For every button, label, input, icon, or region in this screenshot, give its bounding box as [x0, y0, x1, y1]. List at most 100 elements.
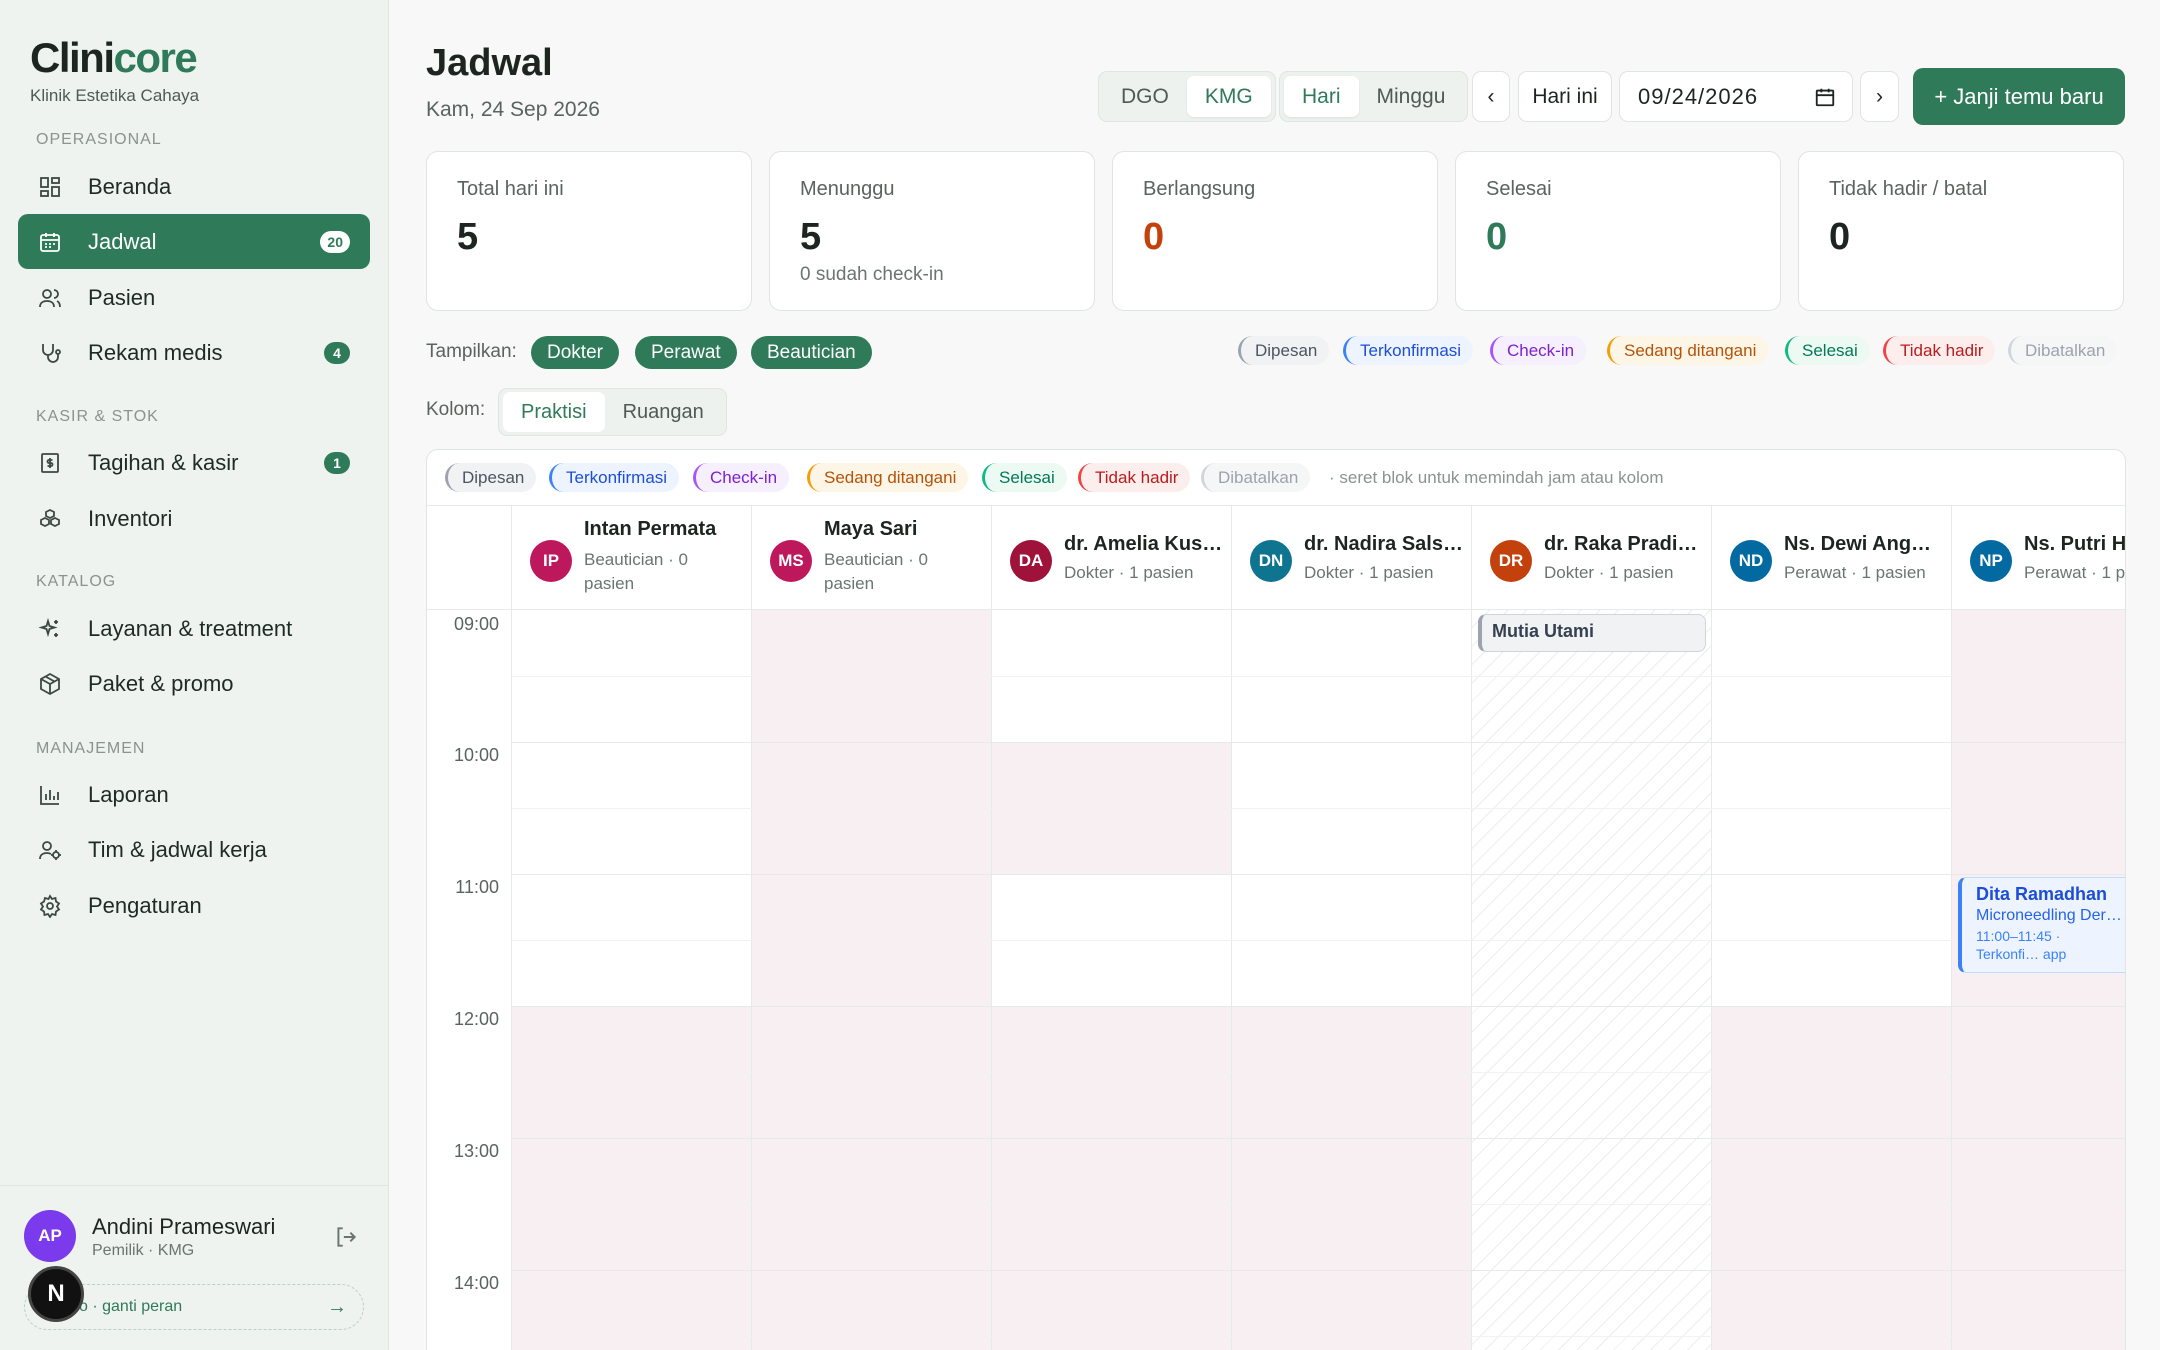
legend-terkonfirmasi: Terkonfirmasi: [549, 463, 680, 492]
practitioner-name: Maya Sari: [824, 518, 918, 540]
sidebar-item-label: Jadwal: [88, 228, 157, 254]
stethoscope-icon: [36, 339, 64, 367]
view-option-minggu[interactable]: Minggu: [1359, 76, 1464, 117]
sidebar-item-inventori[interactable]: Inventori: [18, 491, 370, 546]
practitioner-sub: Dokter · 1 pasien: [1304, 563, 1434, 582]
appointment-block[interactable]: Mutia Utami: [1478, 614, 1706, 652]
next-day-button[interactable]: ›: [1860, 71, 1899, 122]
page-title: Jadwal: [426, 42, 553, 84]
count-badge: 1: [324, 451, 350, 474]
sidebar-item-pasien[interactable]: Pasien: [18, 270, 370, 325]
sidebar-item-jadwal[interactable]: Jadwal 20: [18, 214, 370, 269]
column-option-ruangan[interactable]: Ruangan: [605, 392, 722, 432]
count-badge: 4: [324, 341, 350, 364]
column-option-praktisi[interactable]: Praktisi: [503, 392, 605, 432]
schedule-column[interactable]: [1712, 610, 1952, 1350]
logout-icon[interactable]: [333, 1224, 359, 1250]
brand-logo[interactable]: Clinicore: [30, 34, 198, 82]
clinic-switcher: DGO KMG: [1098, 71, 1276, 122]
schedule-column[interactable]: [1952, 610, 2125, 1350]
practitioner-header[interactable]: DN dr. Nadira Sals… Dokter · 1 pasien: [1232, 506, 1472, 610]
section-katalog: KATALOG: [36, 573, 117, 590]
sidebar-item-pengaturan[interactable]: Pengaturan: [18, 878, 370, 933]
sidebar: Clinicore Klinik Estetika Cahaya OPERASI…: [0, 0, 389, 1350]
hour-label: 09:00: [453, 614, 499, 634]
practitioner-header[interactable]: DA dr. Amelia Kus… Dokter · 1 pasien: [992, 506, 1232, 610]
new-appointment-button[interactable]: + Janji temu baru: [1913, 68, 2125, 125]
schedule-column[interactable]: [1472, 610, 1712, 1350]
practitioner-header[interactable]: IP Intan Permata Beautician · 0 pasien: [512, 506, 752, 610]
practitioner-header[interactable]: MS Maya Sari Beautician · 0 pasien: [752, 506, 992, 610]
avatar[interactable]: AP: [24, 1210, 76, 1262]
stat-value: 5: [457, 216, 479, 258]
count-badge: 20: [320, 230, 350, 253]
practitioner-sub: Beautician · 0 pasien: [584, 550, 688, 593]
package-icon: [36, 670, 64, 698]
filter-chip-perawat[interactable]: Perawat: [635, 336, 737, 369]
avatar: MS: [770, 540, 812, 582]
main-content: Jadwal Kam, 24 Sep 2026 DGO KMG Hari Min…: [390, 0, 2160, 1350]
bar-chart-icon: [36, 781, 64, 809]
appointment-service: Microneedling Der…: [1976, 907, 2122, 924]
practitioner-sub: Dokter · 1 pasien: [1064, 563, 1194, 582]
appointment-block[interactable]: Dita Ramadhan Microneedling Der… 11:00–1…: [1958, 877, 2125, 973]
legend-selesai: Selesai: [982, 463, 1067, 492]
view-option-hari[interactable]: Hari: [1284, 76, 1359, 117]
sidebar-item-paket-promo[interactable]: Paket & promo: [18, 656, 370, 711]
date-input[interactable]: 09/24/2026: [1619, 71, 1853, 122]
practitioner-name: dr. Amelia Kus…: [1064, 533, 1223, 555]
sidebar-item-rekam-medis[interactable]: Rekam medis 4: [18, 325, 370, 380]
practitioner-header[interactable]: DR dr. Raka Pradi… Dokter · 1 pasien: [1472, 506, 1712, 610]
sparkle-icon: [36, 615, 64, 643]
stat-value: 0: [1143, 216, 1165, 258]
sidebar-item-label: Tim & jadwal kerja: [88, 836, 267, 862]
schedule-grid: Dipesan Terkonfirmasi Check-in Sedang di…: [426, 449, 2126, 1350]
time-column: [427, 610, 512, 1350]
stat-value: 5: [800, 216, 822, 258]
practitioner-name: dr. Nadira Sals…: [1304, 533, 1463, 555]
legend-dibatalkan: Dibatalkan: [2008, 336, 2118, 365]
legend-selesai: Selesai: [1785, 336, 1870, 365]
practitioner-name: Ns. Putri Ha…: [2024, 533, 2126, 555]
hour-label: 13:00: [453, 1141, 499, 1161]
practitioner-header[interactable]: NP Ns. Putri Ha… Perawat · 1 pa…: [1952, 506, 2126, 610]
filter-chip-dokter[interactable]: Dokter: [531, 336, 619, 369]
stat-sub: 0 sudah check-in: [800, 264, 944, 285]
filter-chip-beautician[interactable]: Beautician: [751, 336, 872, 369]
users-icon: [36, 284, 64, 312]
calendar-icon[interactable]: [1814, 86, 1836, 108]
avatar: NP: [1970, 540, 2012, 582]
user-role: Pemilik · KMG: [92, 1242, 195, 1259]
schedule-column[interactable]: [992, 610, 1232, 1350]
prev-day-button[interactable]: ‹: [1472, 71, 1510, 122]
legend-sedang-ditangani: Sedang ditangani: [1607, 336, 1769, 365]
dev-tools-badge[interactable]: N: [28, 1266, 84, 1322]
column-switcher: Praktisi Ruangan: [498, 388, 727, 436]
sidebar-item-beranda[interactable]: Beranda: [18, 159, 370, 214]
legend-tidak-hadir: Tidak hadir: [1078, 463, 1191, 492]
sidebar-item-label: Inventori: [88, 505, 173, 531]
avatar: DN: [1250, 540, 1292, 582]
sidebar-item-tagihan-kasir[interactable]: Tagihan & kasir 1: [18, 435, 370, 490]
sidebar-item-tim-jadwal-kerja[interactable]: Tim & jadwal kerja: [18, 822, 370, 877]
user-name: Andini Prameswari: [92, 1214, 276, 1239]
sidebar-item-laporan[interactable]: Laporan: [18, 767, 370, 822]
clinic-option-kmg[interactable]: KMG: [1186, 76, 1271, 117]
schedule-column[interactable]: [512, 610, 752, 1350]
schedule-column[interactable]: [752, 610, 992, 1350]
drag-hint: · seret blok untuk memindah jam atau kol…: [1329, 468, 1664, 487]
stat-card-selesai: Selesai 0: [1455, 151, 1781, 311]
page-date: Kam, 24 Sep 2026: [426, 98, 600, 121]
today-button[interactable]: Hari ini: [1518, 71, 1612, 122]
schedule-column[interactable]: [1232, 610, 1472, 1350]
hour-label: 14:00: [453, 1273, 499, 1293]
legend-terkonfirmasi: Terkonfirmasi: [1343, 336, 1474, 365]
practitioner-header[interactable]: ND Ns. Dewi Ang… Perawat · 1 pasien: [1712, 506, 1952, 610]
gear-icon: [36, 892, 64, 920]
practitioner-sub: Perawat · 1 pa…: [2024, 563, 2126, 582]
clinic-option-dgo[interactable]: DGO: [1103, 76, 1187, 117]
sidebar-item-layanan-treatment[interactable]: Layanan & treatment: [18, 601, 370, 656]
sidebar-item-label: Pasien: [88, 284, 156, 310]
practitioner-name: Intan Permata: [584, 518, 717, 540]
appointment-time: 11:00–11:45 · Terkonfi… app: [1976, 928, 2067, 962]
